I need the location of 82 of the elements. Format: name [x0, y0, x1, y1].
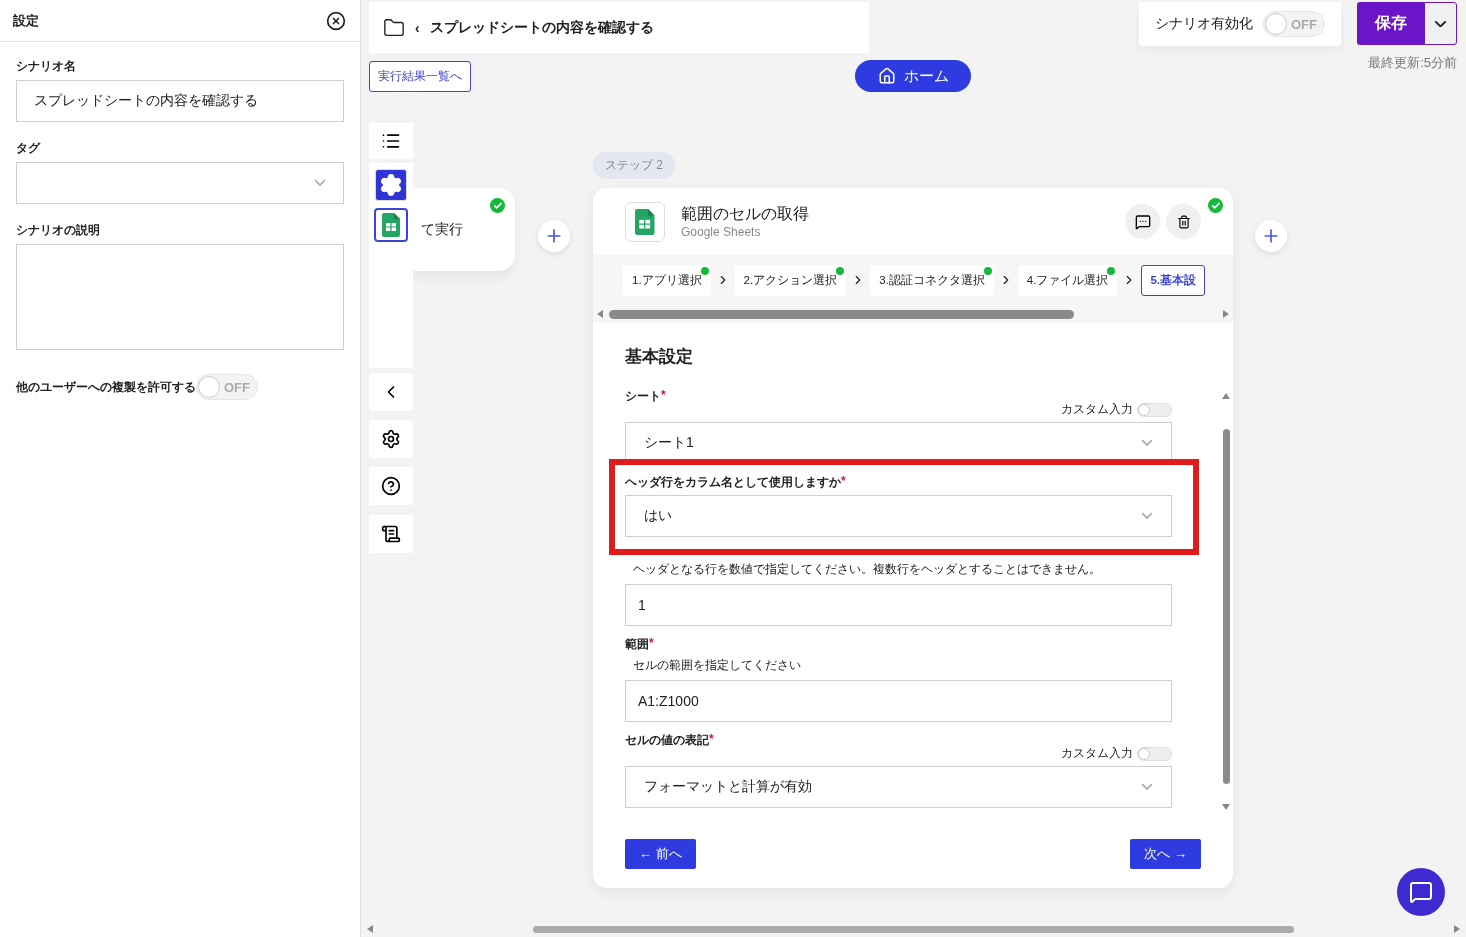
run-results-link[interactable]: 実行結果一覧へ: [369, 61, 471, 92]
chevron-down-icon: [314, 179, 326, 187]
step-tab[interactable]: 4.ファイル選択: [1017, 264, 1118, 296]
text-field[interactable]: スプレッドシートの内容を確認する: [16, 80, 344, 122]
scrollbar-thumb[interactable]: [1222, 429, 1230, 784]
sheet-app-button[interactable]: [375, 209, 407, 241]
custom-input-label: カスタム入力: [1061, 745, 1133, 762]
trash-icon: [1176, 214, 1191, 229]
step-title: 範囲のセルの取得: [681, 204, 810, 224]
comment-button[interactable]: [1125, 204, 1160, 239]
panel-title: 設定: [13, 11, 39, 30]
required-mark: *: [661, 388, 666, 402]
chevron-down-icon: [1141, 512, 1153, 520]
field-hint: セルの範囲を指定してください: [633, 657, 802, 674]
scroll-left-icon[interactable]: [597, 310, 603, 318]
chevron-down-icon: [1141, 783, 1153, 791]
field-hint: ヘッダとなる行を数値で指定してください。複数行をヘッダとすることはできません。: [633, 561, 1102, 578]
next-button[interactable]: 次へ →: [1130, 839, 1201, 869]
field-label: 他のユーザーへの複製を許可する: [16, 378, 196, 396]
tool-button[interactable]: [369, 515, 413, 553]
scrollbar-thumb[interactable]: [533, 925, 1294, 933]
list-icon: [381, 131, 401, 151]
field-label: セルの値の表記: [625, 732, 709, 749]
tool-button[interactable]: [369, 467, 413, 505]
field-label: 範囲: [625, 636, 649, 653]
back-glyph[interactable]: ‹: [415, 19, 420, 36]
select-field[interactable]: フォーマットと計算が有効: [625, 766, 1172, 808]
required-mark: *: [841, 474, 846, 488]
step-tab[interactable]: 3.認証コネクタ選択: [870, 264, 994, 296]
custom-input-label: カスタム入力: [1061, 401, 1133, 418]
required-mark: *: [649, 636, 654, 650]
chevron-down-icon: [1434, 19, 1447, 28]
home-button[interactable]: ホーム: [855, 60, 971, 92]
scroll-right-icon[interactable]: [1223, 310, 1229, 318]
form-title: 基本設定: [625, 346, 694, 368]
select-field[interactable]: はい: [625, 495, 1172, 537]
toggle-switch[interactable]: [1137, 402, 1172, 417]
text-field[interactable]: A1:Z1000: [625, 680, 1172, 722]
required-mark: *: [709, 732, 714, 746]
field-label: シナリオの説明: [16, 222, 101, 239]
node-title: て実行: [421, 220, 463, 239]
toggle-label: シナリオ有効化: [1155, 15, 1253, 33]
chevron-down-icon: [1141, 439, 1153, 447]
scroll-down-icon[interactable]: [1222, 804, 1230, 810]
previous-button[interactable]: ← 前へ: [625, 839, 696, 869]
toggle-switch[interactable]: [1137, 746, 1172, 761]
comment-icon: [1134, 213, 1151, 230]
settings-icon: [381, 429, 401, 449]
scrollbar-thumb[interactable]: [609, 309, 1074, 319]
node-card[interactable]: て実行: [413, 188, 515, 271]
field-label: シナリオ名: [16, 58, 77, 75]
scroll-left-icon[interactable]: [367, 925, 373, 933]
step-tab[interactable]: 1.アプリ選択: [623, 264, 711, 296]
spreadsheet-icon: [635, 208, 655, 235]
close-icon[interactable]: [326, 10, 346, 31]
app-name: Google Sheets: [681, 225, 762, 239]
select-field[interactable]: [16, 162, 344, 204]
save-button[interactable]: 保存: [1357, 2, 1424, 45]
gear-app-button[interactable]: [375, 169, 407, 201]
spreadsheet-icon: [382, 213, 400, 237]
chat-button[interactable]: [1397, 868, 1445, 916]
step-label: ステップ 2: [593, 152, 675, 179]
document-icon: [381, 524, 401, 544]
scroll-up-icon[interactable]: [1222, 393, 1230, 399]
scroll-right-icon[interactable]: [1454, 925, 1460, 933]
text-field[interactable]: 1: [625, 584, 1172, 626]
scenario-title: スプレッドシートの内容を確認する: [429, 18, 654, 37]
step-tab[interactable]: 2.アクション選択: [734, 264, 847, 296]
field-label: タグ: [16, 140, 42, 157]
help-icon: [381, 476, 401, 496]
step-tab[interactable]: 5.基本設: [1141, 264, 1205, 296]
tool-button[interactable]: [369, 420, 413, 458]
add-button[interactable]: [538, 220, 570, 252]
field-label: シート: [625, 388, 661, 405]
field-label: ヘッダ行をカラム名として使用しますか: [625, 474, 841, 491]
last-updated: 最終更新:5分前: [1368, 54, 1457, 72]
delete-button[interactable]: [1166, 204, 1201, 239]
chat-icon: [1409, 880, 1433, 904]
folder-icon[interactable]: [383, 16, 405, 39]
home-icon: [877, 67, 896, 85]
add-button[interactable]: [1255, 220, 1287, 252]
dropdown-button[interactable]: [1424, 2, 1457, 45]
